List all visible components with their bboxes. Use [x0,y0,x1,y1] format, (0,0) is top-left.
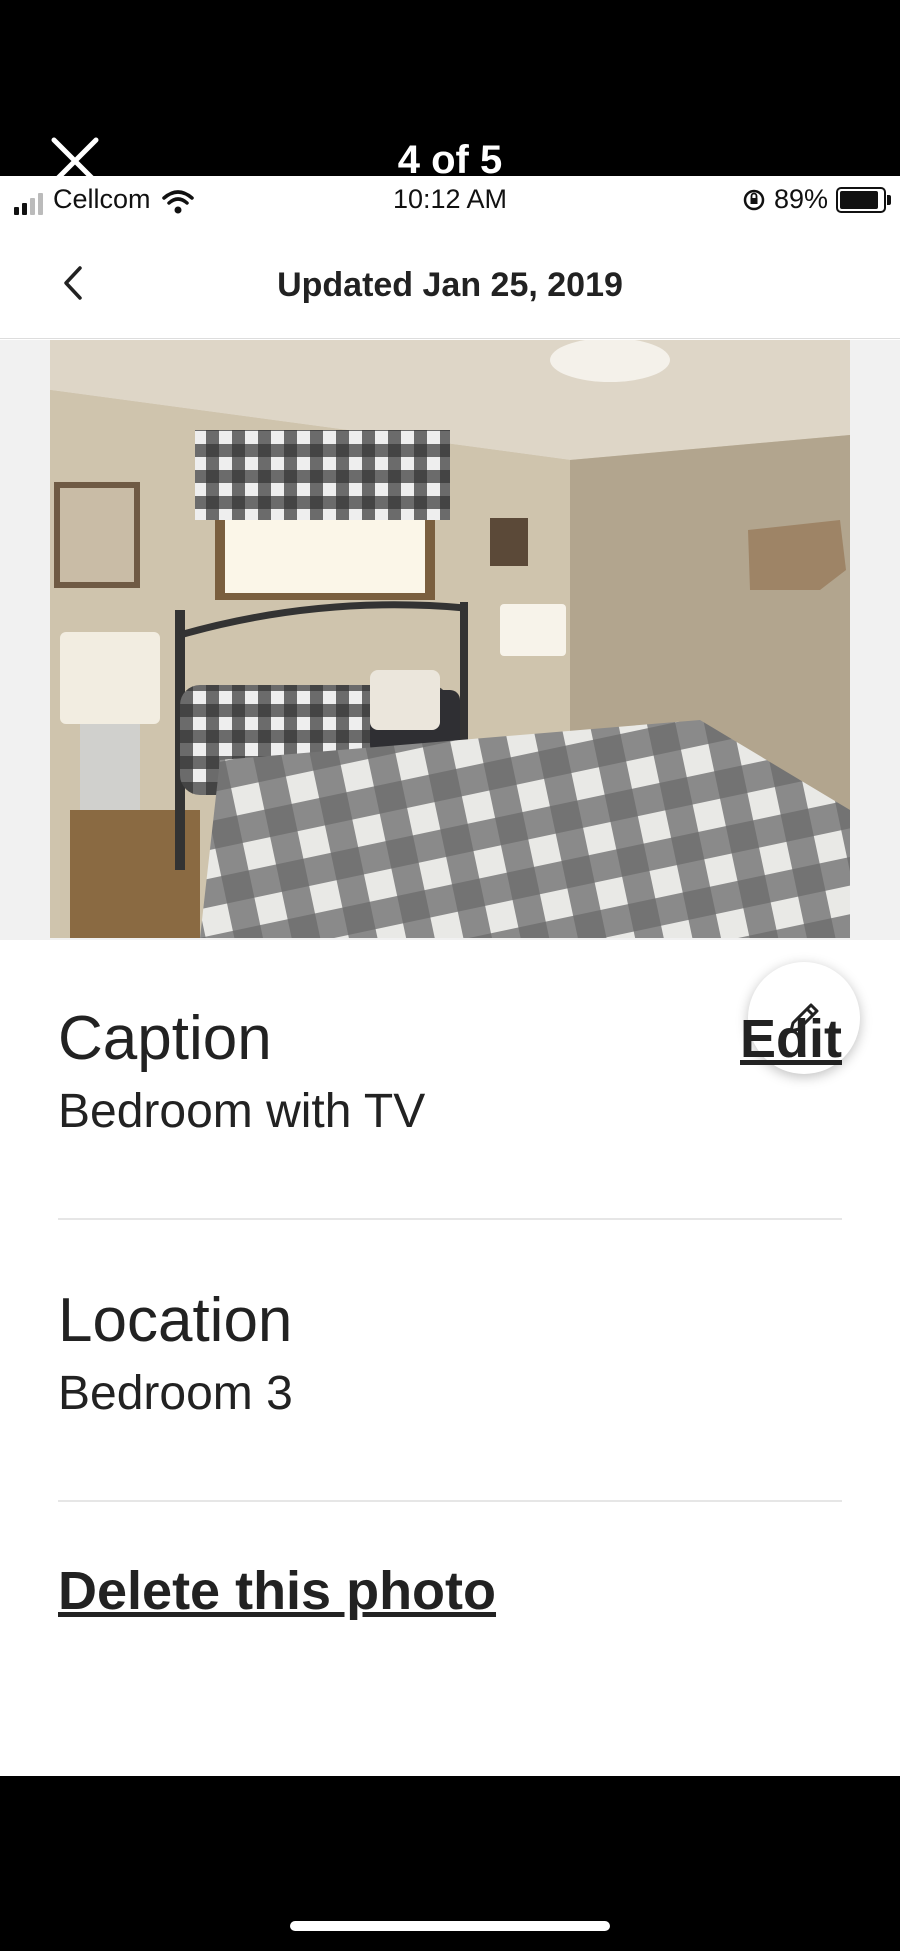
location-section: Location Bedroom 3 [58,1286,842,1422]
orientation-lock-icon [743,189,765,210]
caption-value: Bedroom with TV [58,1085,426,1138]
divider [58,1500,842,1502]
page-title: Updated Jan 25, 2019 [277,266,623,304]
caption-edit-link[interactable]: Edit [740,1004,842,1074]
divider [58,1218,842,1220]
nav-bar: Updated Jan 25, 2019 [0,228,900,339]
home-indicator[interactable] [290,1921,610,1931]
photo-area [0,340,900,940]
battery-icon [836,186,891,213]
photo-detail-screen: Cellcom 10:12 AM 89% Updated Jan 25, 201… [0,176,900,1776]
location-value: Bedroom 3 [58,1367,293,1420]
delete-photo-link[interactable]: Delete this photo [58,1558,496,1624]
caption-heading: Caption [58,1004,272,1073]
battery-percent: 89% [773,184,828,214]
status-right: 89% [742,184,891,215]
caption-section: Caption Bedroom with TV Edit [58,1004,842,1140]
bedroom-photo[interactable] [50,340,850,938]
photo-counter: 4 of 5 [397,138,503,182]
location-heading: Location [58,1286,293,1355]
status-bar: Cellcom 10:12 AM 89% [0,176,900,228]
